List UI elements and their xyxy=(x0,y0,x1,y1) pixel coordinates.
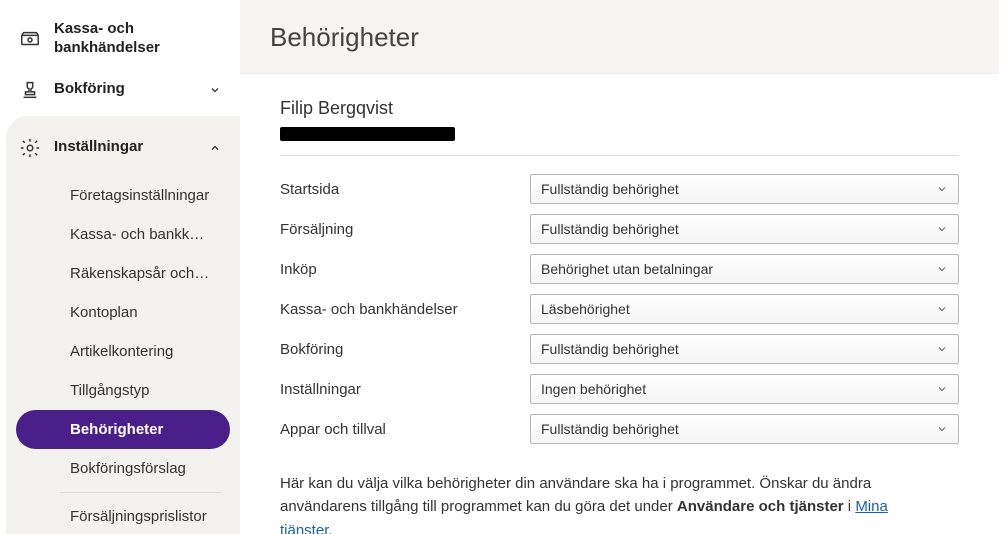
main-content: Behörigheter Filip Bergqvist Startsida F… xyxy=(240,0,999,534)
gear-icon xyxy=(18,136,42,160)
perm-row-appar-tillval: Appar och tillval Fullständig behörighet xyxy=(280,414,959,444)
perm-label: Inställningar xyxy=(280,381,530,398)
perm-select-bokforing[interactable]: Fullständig behörighet xyxy=(530,334,959,364)
permissions-card: Filip Bergqvist Startsida Fullständig be… xyxy=(240,73,999,534)
perm-select-startsida[interactable]: Fullständig behörighet xyxy=(530,174,959,204)
sidebar-item-settings[interactable]: Inställningar xyxy=(6,126,240,170)
select-value: Fullständig behörighet xyxy=(541,181,679,197)
perm-row-startsida: Startsida Fullständig behörighet xyxy=(280,174,959,204)
user-name: Filip Bergqvist xyxy=(280,98,959,119)
chevron-down-icon xyxy=(936,223,948,235)
select-value: Fullständig behörighet xyxy=(541,221,679,237)
perm-select-forsaljning[interactable]: Fullständig behörighet xyxy=(530,214,959,244)
perm-label: Inköp xyxy=(280,261,530,278)
sidebar-item-label: Kassa- och bankhändelser xyxy=(54,20,222,58)
settings-submenu: Företagsinställningar Kassa- och bankko…… xyxy=(6,170,240,534)
select-value: Behörighet utan betalningar xyxy=(541,261,713,277)
sidebar-item-bookkeeping[interactable]: Bokföring xyxy=(0,68,240,112)
sidebar: Kassa- och bankhändelser Bokföring Instä… xyxy=(0,0,240,534)
chevron-down-icon xyxy=(208,83,222,97)
user-email-redacted xyxy=(280,127,455,141)
sidebar-sub-forsaljningsprislistor[interactable]: Försäljningsprislistor xyxy=(16,497,230,534)
perm-label: Försäljning xyxy=(280,221,530,238)
perm-select-installningar[interactable]: Ingen behörighet xyxy=(530,374,959,404)
perm-select-kassa-bank[interactable]: Läsbehörighet xyxy=(530,294,959,324)
sidebar-sub-tillgangstyp[interactable]: Tillgångstyp xyxy=(16,371,230,410)
sidebar-section-settings: Inställningar Företagsinställningar Kass… xyxy=(6,116,240,534)
sidebar-item-label: Inställningar xyxy=(54,138,208,157)
chevron-up-icon xyxy=(208,141,222,155)
perm-label: Startsida xyxy=(280,181,530,198)
perm-row-kassa-bank: Kassa- och bankhändelser Läsbehörighet xyxy=(280,294,959,324)
perm-row-forsaljning: Försäljning Fullständig behörighet xyxy=(280,214,959,244)
stamp-icon xyxy=(18,78,42,102)
user-block: Filip Bergqvist xyxy=(280,98,959,141)
chevron-down-icon xyxy=(936,303,948,315)
select-value: Ingen behörighet xyxy=(541,381,646,397)
perm-row-inkop: Inköp Behörighet utan betalningar xyxy=(280,254,959,284)
perm-label: Appar och tillval xyxy=(280,421,530,438)
perm-row-installningar: Inställningar Ingen behörighet xyxy=(280,374,959,404)
sidebar-sub-rakenskapsar-ib[interactable]: Räkenskapsår och IB xyxy=(16,254,230,293)
select-value: Fullständig behörighet xyxy=(541,341,679,357)
divider xyxy=(280,155,959,156)
perm-label: Kassa- och bankhändelser xyxy=(280,301,530,318)
chevron-down-icon xyxy=(936,383,948,395)
sidebar-sub-kontoplan[interactable]: Kontoplan xyxy=(16,293,230,332)
perm-row-bokforing: Bokföring Fullständig behörighet xyxy=(280,334,959,364)
help-text: Här kan du välja vilka behörigheter din … xyxy=(280,472,920,534)
chevron-down-icon xyxy=(936,423,948,435)
help-bold: Användare och tjänster xyxy=(677,498,844,515)
cash-register-icon xyxy=(18,27,42,51)
help-mid: i xyxy=(844,498,856,515)
sidebar-sub-artikelkontering[interactable]: Artikelkontering xyxy=(16,332,230,371)
sidebar-sub-behorigheter[interactable]: Behörigheter xyxy=(16,410,230,449)
sidebar-item-label: Bokföring xyxy=(54,80,208,99)
select-value: Läsbehörighet xyxy=(541,301,630,317)
sidebar-sub-foretagsinstallningar[interactable]: Företagsinställningar xyxy=(16,176,230,215)
sidebar-item-cash-bank[interactable]: Kassa- och bankhändelser xyxy=(0,10,240,68)
divider xyxy=(60,492,222,493)
chevron-down-icon xyxy=(936,263,948,275)
chevron-down-icon xyxy=(936,343,948,355)
perm-select-inkop[interactable]: Behörighet utan betalningar xyxy=(530,254,959,284)
sidebar-sub-bokforingsforslag[interactable]: Bokföringsförslag xyxy=(16,449,230,488)
chevron-down-icon xyxy=(936,183,948,195)
sidebar-sub-kassa-bankkonton[interactable]: Kassa- och bankko… xyxy=(16,215,230,254)
select-value: Fullständig behörighet xyxy=(541,421,679,437)
help-post: . xyxy=(328,522,332,534)
page-title: Behörigheter xyxy=(270,22,969,53)
page-header: Behörigheter xyxy=(240,0,999,73)
perm-select-appar-tillval[interactable]: Fullständig behörighet xyxy=(530,414,959,444)
perm-label: Bokföring xyxy=(280,341,530,358)
